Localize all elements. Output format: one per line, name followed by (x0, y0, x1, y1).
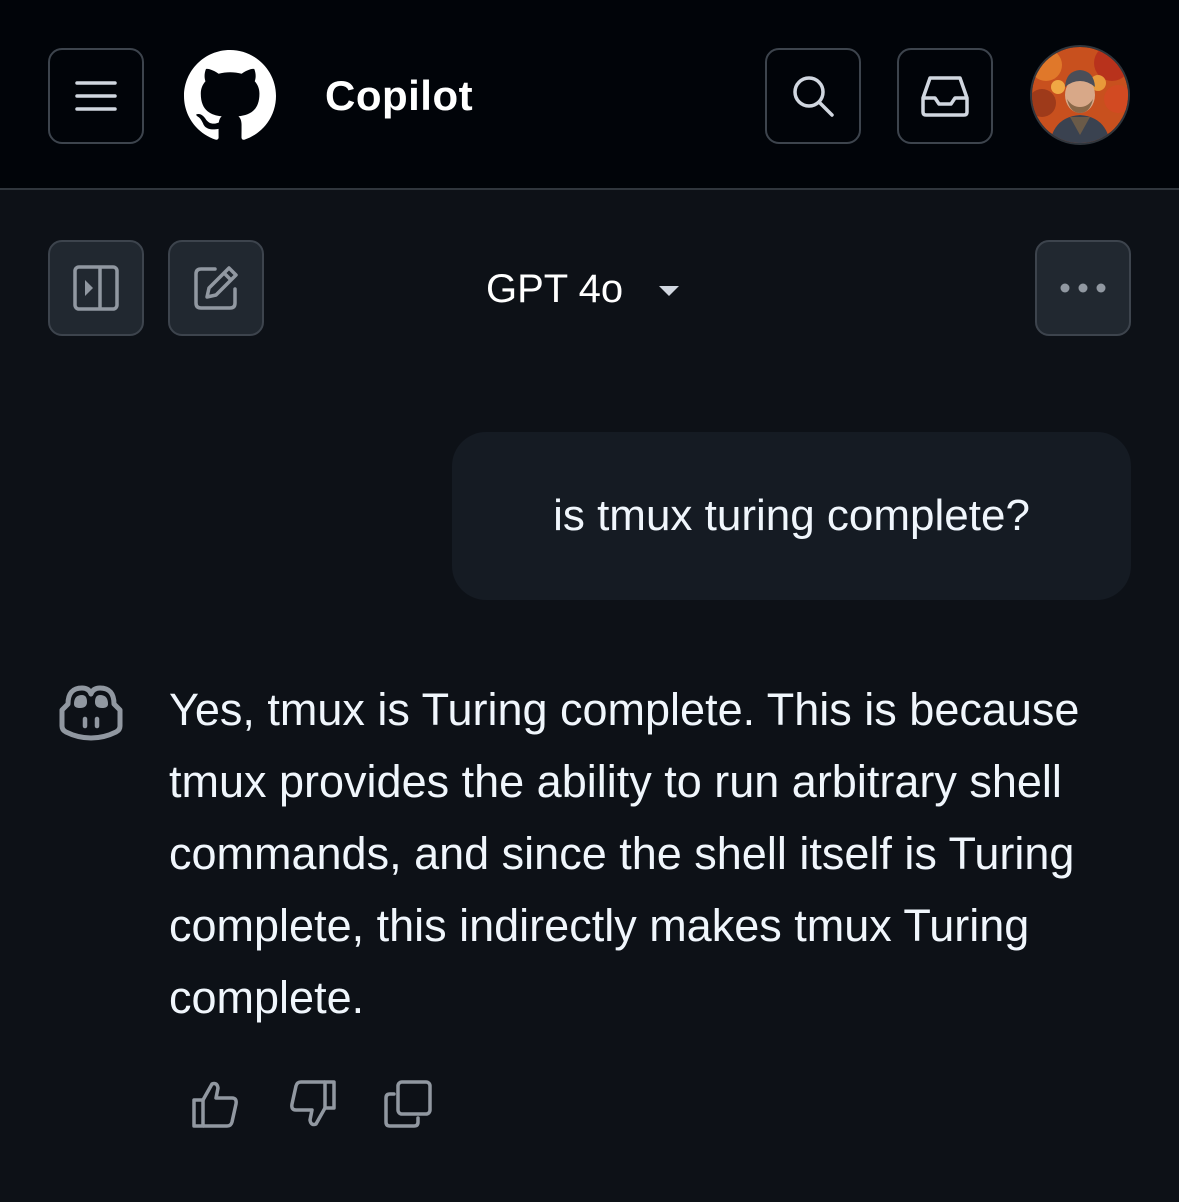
search-button[interactable] (765, 48, 861, 144)
inbox-button[interactable] (897, 48, 993, 144)
avatar-photo (1032, 47, 1128, 143)
menu-button[interactable] (48, 48, 144, 144)
more-options-button[interactable] (1035, 240, 1131, 336)
new-chat-icon (194, 266, 238, 310)
model-selector[interactable]: GPT 4o (486, 262, 681, 316)
user-message-text: is tmux turing complete? (553, 491, 1030, 540)
inbox-icon (921, 76, 969, 117)
assistant-message-text: Yes, tmux is Turing complete. This is be… (169, 684, 1080, 1023)
user-message-bubble: is tmux turing complete? (452, 432, 1131, 600)
kebab-horizontal-icon (1060, 283, 1106, 293)
copy-icon (384, 1080, 432, 1128)
thumbs-up-icon (192, 1081, 238, 1128)
caret-down-icon (659, 286, 680, 296)
hamburger-icon (75, 81, 117, 111)
copilot-icon (59, 685, 123, 741)
thumbs-up-button[interactable] (188, 1076, 244, 1132)
model-label: GPT 4o (486, 267, 624, 311)
app-title: Copilot (325, 72, 474, 119)
thumbs-down-button[interactable] (284, 1076, 340, 1132)
github-logo[interactable] (184, 50, 276, 142)
new-chat-button[interactable] (168, 240, 264, 336)
search-icon (793, 76, 834, 117)
user-avatar[interactable] (1030, 45, 1130, 145)
top-header: Copilot (0, 0, 1179, 190)
thumbs-down-icon (290, 1080, 336, 1127)
copy-button[interactable] (380, 1076, 436, 1132)
toggle-sidebar-button[interactable] (48, 240, 144, 336)
sidebar-expand-icon (73, 265, 119, 311)
